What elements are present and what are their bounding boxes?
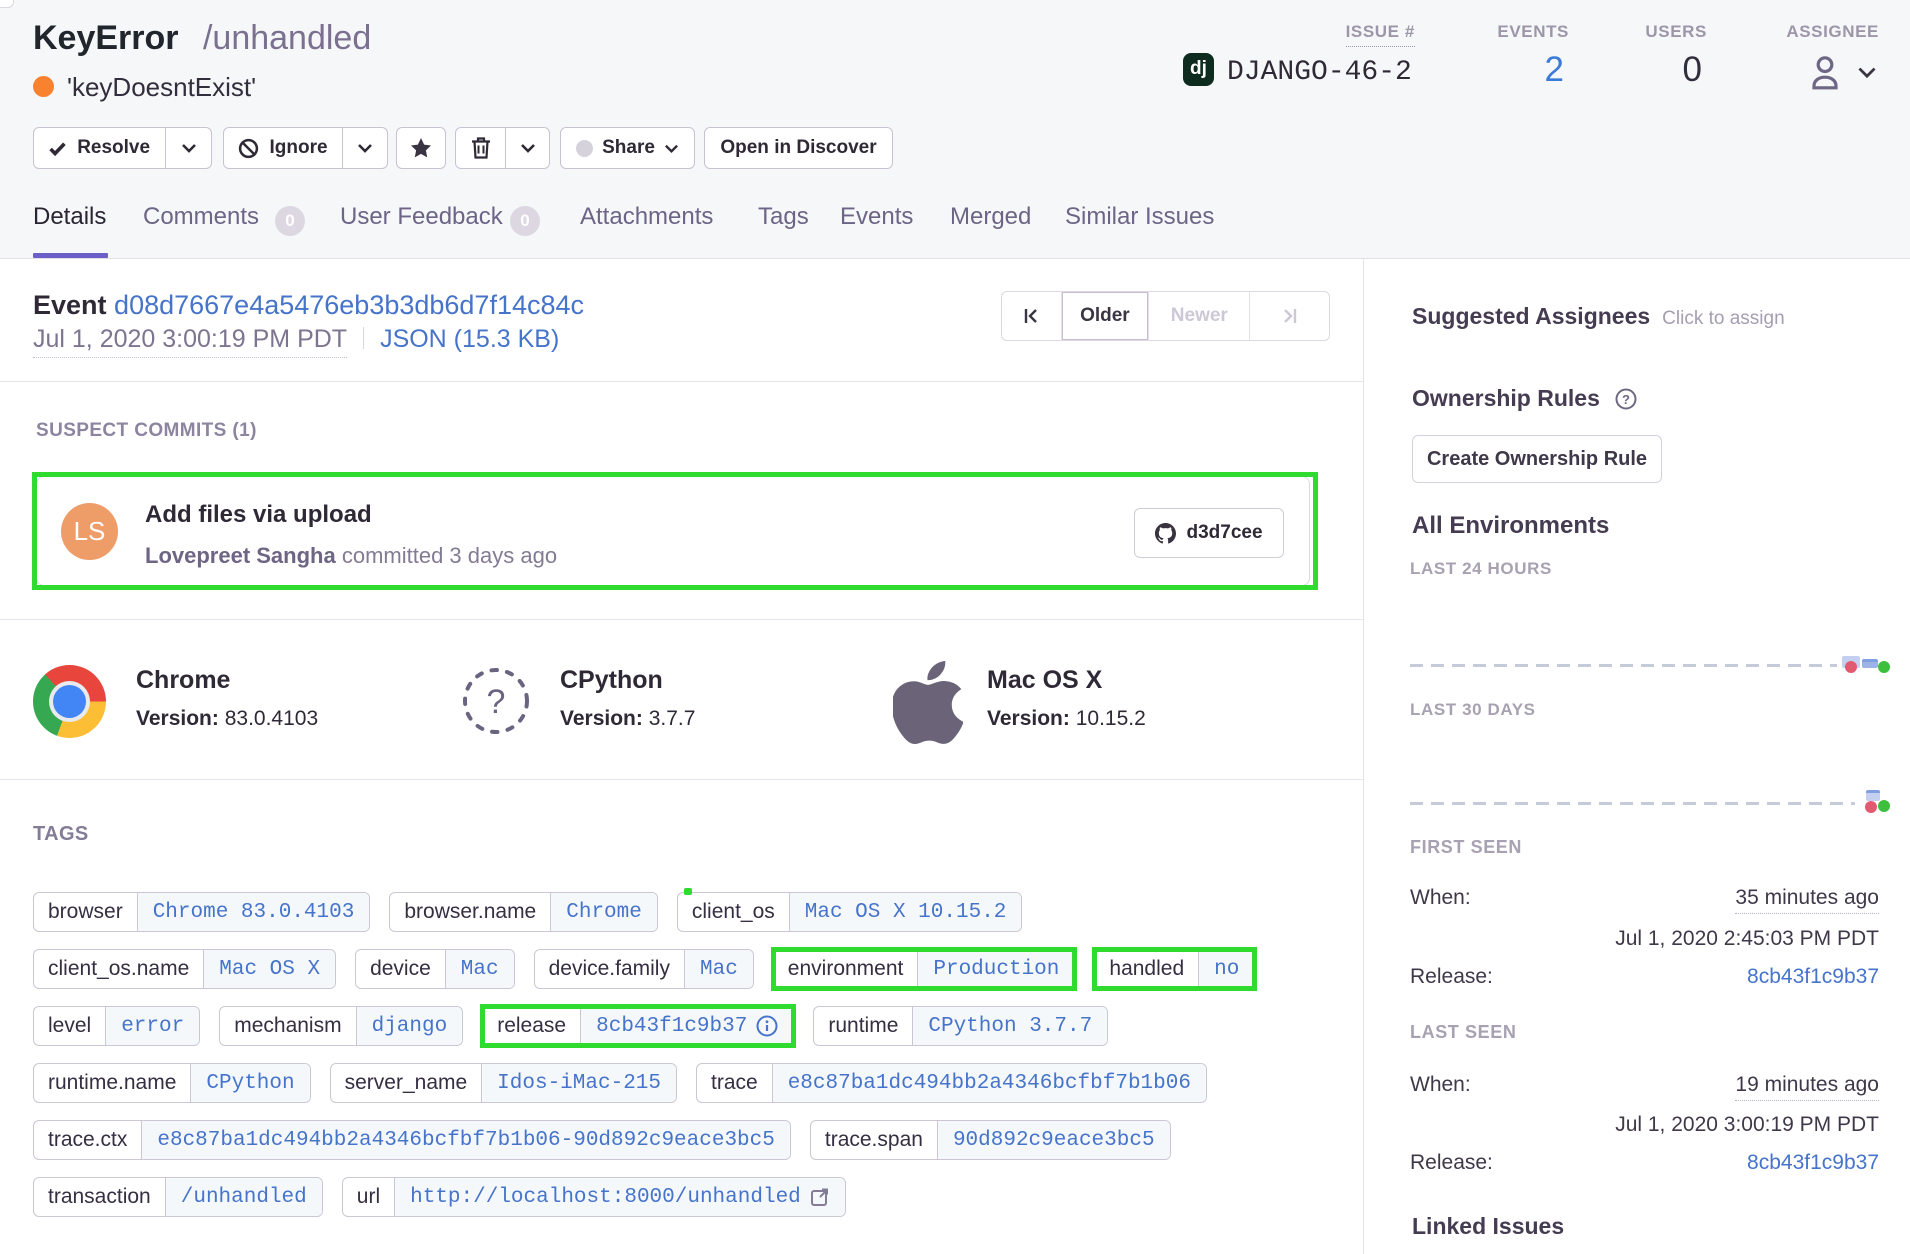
svg-text:?: ? (1622, 392, 1630, 407)
